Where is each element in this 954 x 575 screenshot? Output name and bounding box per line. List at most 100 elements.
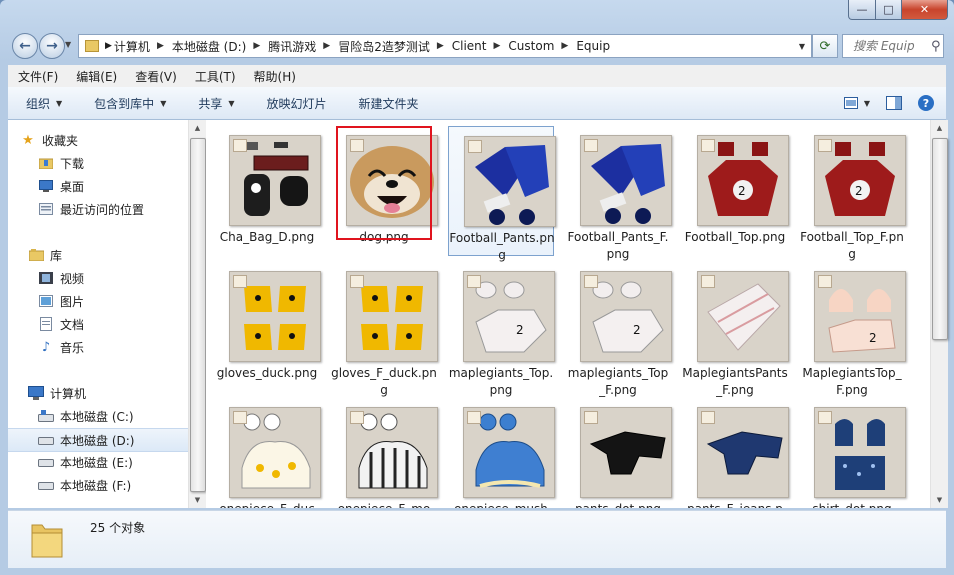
breadcrumb-tencent-games[interactable]: 腾讯游戏 ▶ bbox=[268, 38, 338, 55]
organize-button[interactable]: 组织 ▼ bbox=[8, 95, 76, 112]
file-list-scrollbar[interactable]: ▲ ▼ bbox=[930, 120, 948, 508]
svg-text:2: 2 bbox=[869, 331, 877, 345]
hard-drive-icon bbox=[38, 433, 54, 447]
desktop-icon bbox=[38, 179, 54, 193]
minimize-button[interactable]: — bbox=[848, 0, 876, 20]
svg-text:2: 2 bbox=[633, 323, 641, 337]
menu-view[interactable]: 查看(V) bbox=[125, 68, 185, 85]
include-in-library-button[interactable]: 包含到库中 ▼ bbox=[76, 95, 180, 112]
breadcrumb-client[interactable]: Client ▶ bbox=[452, 39, 509, 53]
file-item[interactable]: onepiece_F_duc bbox=[214, 398, 321, 508]
image-file-icon bbox=[468, 140, 482, 153]
address-bar[interactable]: ▶ 计算机 ▶ 本地磁盘 (D:) ▶ 腾讯游戏 ▶ 冒险岛2造梦测试 ▶ Client… bbox=[78, 34, 812, 58]
chevron-right-icon[interactable]: ▶ bbox=[253, 41, 260, 51]
menu-tools[interactable]: 工具(T) bbox=[185, 68, 244, 85]
file-item[interactable]: 2 Football_Top_F.png bbox=[799, 126, 906, 261]
search-icon[interactable]: ⚲ bbox=[931, 39, 941, 54]
close-button[interactable]: ✕ bbox=[902, 0, 948, 20]
file-item[interactable]: gloves_F_duck.png bbox=[331, 262, 438, 397]
chevron-right-icon[interactable]: ▶ bbox=[157, 41, 164, 51]
recent-pages-dropdown-icon[interactable]: ▼ bbox=[65, 40, 71, 49]
include-library-label: 包含到库中 bbox=[94, 96, 155, 111]
forward-arrow-icon: → bbox=[46, 38, 58, 54]
sidebar-item-label: 最近访问的位置 bbox=[60, 202, 145, 217]
file-item[interactable]: Cha_Bag_D.png bbox=[214, 126, 321, 256]
breadcrumb-drive-d[interactable]: 本地磁盘 (D:) ▶ bbox=[172, 38, 268, 55]
scroll-up-arrow-icon[interactable]: ▲ bbox=[931, 120, 948, 136]
file-item[interactable]: 2 maplegiants_Top.png bbox=[448, 262, 555, 397]
maximize-button[interactable]: □ bbox=[876, 0, 902, 20]
scroll-down-arrow-icon[interactable]: ▼ bbox=[189, 492, 206, 508]
file-item[interactable]: pants_F_jeans.p bbox=[682, 398, 789, 508]
menu-help[interactable]: 帮助(H) bbox=[244, 68, 304, 85]
file-thumbnail bbox=[697, 271, 789, 362]
file-name: shirt_dot.png bbox=[799, 501, 905, 508]
image-file-icon bbox=[584, 411, 598, 424]
file-name: Football_Top.png bbox=[684, 230, 786, 244]
slideshow-button[interactable]: 放映幻灯片 bbox=[249, 95, 341, 112]
file-item[interactable]: onepiece_F_mo bbox=[331, 398, 438, 508]
breadcrumb-custom[interactable]: Custom ▶ bbox=[508, 39, 576, 53]
details-pane: 25 个对象 bbox=[8, 510, 946, 568]
sidebar-item-libraries[interactable]: 库 bbox=[28, 244, 208, 266]
chevron-right-icon[interactable]: ▶ bbox=[323, 41, 330, 51]
forward-button[interactable]: → bbox=[39, 33, 65, 59]
view-options-button[interactable]: ▼ bbox=[840, 97, 874, 109]
share-label: 共享 bbox=[198, 96, 223, 111]
file-thumbnail: 2 bbox=[814, 135, 906, 226]
hard-drive-icon bbox=[38, 478, 54, 492]
scroll-down-arrow-icon[interactable]: ▼ bbox=[931, 492, 948, 508]
share-button[interactable]: 共享 ▼ bbox=[180, 95, 248, 112]
file-name: MaplegiantsPants_F.png bbox=[682, 366, 788, 397]
search-input[interactable] bbox=[851, 38, 929, 54]
refresh-button[interactable]: ⟳ bbox=[812, 34, 838, 58]
chevron-right-icon[interactable]: ▶ bbox=[105, 41, 112, 51]
chevron-right-icon[interactable]: ▶ bbox=[561, 41, 568, 51]
sidebar-item-favorites[interactable]: ★ 收藏夹 bbox=[20, 129, 200, 151]
sidebar-item-drive-d[interactable]: 本地磁盘 (D:) bbox=[8, 428, 188, 452]
scrollbar-thumb[interactable] bbox=[190, 138, 206, 492]
file-item[interactable]: Football_Pants.png bbox=[448, 126, 556, 262]
breadcrumb-label: 冒险岛2造梦测试 bbox=[338, 39, 430, 54]
file-item[interactable]: shirt_dot.png bbox=[799, 398, 906, 508]
file-item[interactable]: onepiece_mush bbox=[448, 398, 555, 508]
file-item[interactable]: 2 MaplegiantsTop_F.png bbox=[799, 262, 906, 397]
image-file-icon bbox=[584, 275, 598, 288]
scroll-up-arrow-icon[interactable]: ▲ bbox=[189, 120, 206, 136]
new-folder-button[interactable]: 新建文件夹 bbox=[341, 95, 433, 112]
breadcrumb-computer[interactable]: 计算机 ▶ bbox=[114, 38, 172, 55]
menu-file[interactable]: 文件(F) bbox=[8, 68, 66, 85]
file-thumbnail bbox=[229, 135, 321, 226]
breadcrumb-label: Client bbox=[451, 39, 487, 53]
sidebar-item-computer[interactable]: 计算机 bbox=[28, 382, 208, 404]
breadcrumb-maplestory2[interactable]: 冒险岛2造梦测试 ▶ bbox=[338, 38, 452, 55]
file-item[interactable]: gloves_duck.png bbox=[214, 262, 321, 392]
file-item[interactable]: MaplegiantsPants_F.png bbox=[682, 262, 789, 397]
file-thumbnail bbox=[580, 407, 672, 498]
svg-text:2: 2 bbox=[516, 323, 524, 337]
file-name: onepiece_F_mo bbox=[331, 501, 437, 508]
file-thumbnail bbox=[580, 135, 672, 226]
chevron-right-icon[interactable]: ▶ bbox=[494, 41, 501, 51]
file-item[interactable]: Football_Pants_F.png bbox=[565, 126, 672, 261]
scrollbar-thumb[interactable] bbox=[932, 138, 948, 340]
image-file-icon bbox=[701, 275, 715, 288]
chevron-right-icon[interactable]: ▶ bbox=[437, 41, 444, 51]
file-name: MaplegiantsTop_F.png bbox=[802, 366, 902, 397]
file-item[interactable]: 2 Football_Top.png bbox=[682, 126, 789, 256]
address-history-dropdown-icon[interactable]: ▼ bbox=[799, 42, 805, 51]
help-button[interactable]: ? bbox=[914, 95, 938, 111]
preview-pane-button[interactable] bbox=[882, 96, 906, 110]
breadcrumb-equip[interactable]: Equip bbox=[576, 39, 610, 53]
search-box[interactable]: ⚲ bbox=[842, 34, 944, 58]
navigation-pane-scrollbar[interactable]: ▲ ▼ bbox=[188, 120, 206, 508]
slideshow-label: 放映幻灯片 bbox=[266, 96, 327, 111]
image-file-icon bbox=[467, 275, 481, 288]
file-item[interactable]: pants_dot.png bbox=[565, 398, 672, 508]
menu-edit[interactable]: 编辑(E) bbox=[66, 68, 125, 85]
view-icon bbox=[843, 97, 858, 109]
file-thumbnail bbox=[229, 407, 321, 498]
file-name: Football_Pants_F.png bbox=[567, 230, 669, 261]
back-button[interactable]: ← bbox=[12, 33, 38, 59]
file-item[interactable]: 2 maplegiants_Top_F.png bbox=[565, 262, 672, 397]
